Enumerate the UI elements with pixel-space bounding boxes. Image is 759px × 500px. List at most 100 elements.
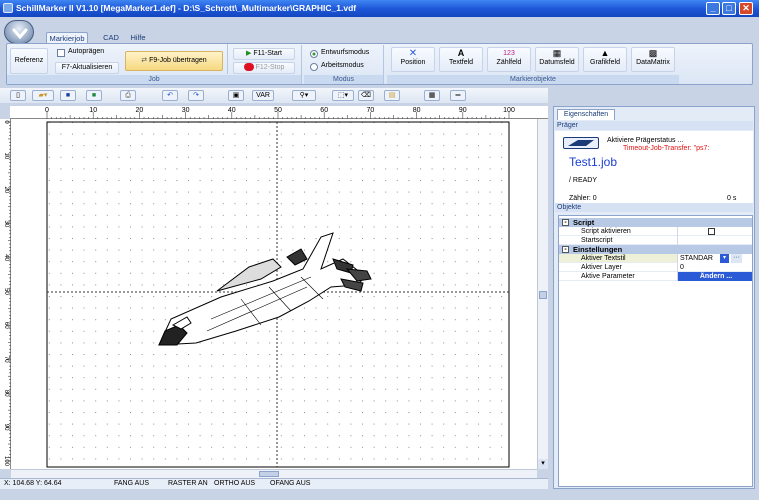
ruler-label: 30 bbox=[3, 220, 9, 227]
minimize-button[interactable]: _ bbox=[706, 2, 720, 15]
script-aktivieren-value bbox=[677, 227, 752, 236]
app-menu-button[interactable] bbox=[4, 20, 34, 44]
canvas-svg bbox=[46, 121, 510, 468]
image-icon[interactable]: ▣ bbox=[228, 90, 244, 101]
textfeld-label: Textfeld bbox=[448, 59, 474, 66]
status-bar: X: 104.68 Y: 64.64 FANG AUS RASTER AN OR… bbox=[0, 478, 548, 489]
row-aktiver-layer: Aktiver Layer 0 bbox=[559, 263, 752, 272]
row-startscript[interactable]: Startscript bbox=[559, 236, 752, 245]
close-button[interactable]: ✕ bbox=[739, 2, 753, 15]
textfeld-button[interactable]: A Textfeld bbox=[439, 47, 483, 72]
collapse-icon[interactable]: - bbox=[562, 246, 569, 253]
startscript-value[interactable] bbox=[677, 236, 752, 245]
f9-job-uebertragen-button[interactable]: ⇄ F9-Job übertragen bbox=[125, 51, 223, 71]
open-folder-icon[interactable]: ▰▾ bbox=[32, 90, 54, 101]
window-title: SchillMarker II V1.10 [MegaMarker1.def] … bbox=[16, 3, 357, 13]
more-icon[interactable]: ··· bbox=[731, 254, 742, 263]
ruler-label: 40 bbox=[3, 254, 9, 261]
ruler-label: 50 bbox=[3, 288, 9, 295]
category-script[interactable]: - Script bbox=[559, 218, 752, 227]
group-label-job: Job bbox=[7, 75, 301, 84]
parameter-aendern-button[interactable]: Ändern ... bbox=[677, 272, 752, 281]
print-icon[interactable]: ⎙ bbox=[120, 90, 136, 101]
save-as-icon[interactable]: ■ bbox=[86, 90, 102, 101]
select-tool-icon[interactable]: ⬚▾ bbox=[332, 90, 354, 101]
collapse-icon[interactable]: - bbox=[562, 219, 569, 226]
ruler-label: 70 bbox=[367, 107, 375, 114]
layer-value[interactable]: 0 bbox=[677, 263, 752, 272]
ruler-label: 20 bbox=[3, 186, 9, 193]
zaehlfeld-label: Zählfeld bbox=[496, 59, 522, 66]
ofang-status[interactable]: OFANG AUS bbox=[270, 479, 310, 489]
praeger-section: Aktiviere Prägerstatus ... Timeout-Job-T… bbox=[555, 131, 753, 203]
f12-label: F12-Stop bbox=[255, 64, 285, 71]
chevron-down-icon[interactable]: ▾ bbox=[720, 254, 729, 263]
properties-icon[interactable]: ▦ bbox=[424, 90, 440, 101]
counter-icon: 123 bbox=[503, 50, 515, 57]
tab-markierjob[interactable]: Markierjob bbox=[46, 32, 88, 43]
cad-toolbar: ▯ ▰▾ ■ ■ ⎙ ↶ ↷ ▣ VAR ⚲▾ ⬚▾ ⌫ ▤ ▦ ═ bbox=[0, 88, 548, 103]
tab-hilfe[interactable]: Hilfe bbox=[126, 32, 150, 43]
entwurfsmodus-radio[interactable] bbox=[310, 50, 318, 58]
group-label-modus: Modus bbox=[304, 75, 383, 84]
scroll-down-icon[interactable]: ▾ bbox=[538, 459, 548, 469]
horizontal-ruler-ticks: 0 10 20 30 40 50 60 70 80 90 100 bbox=[45, 107, 515, 119]
var-button[interactable]: VAR bbox=[252, 90, 274, 101]
ortho-status[interactable]: ORTHO AUS bbox=[214, 479, 255, 489]
app-icon bbox=[3, 3, 13, 13]
ruler-label: 80 bbox=[413, 107, 421, 114]
row-aktiver-textstil: Aktiver Textstil STANDAR ▾ ··· bbox=[559, 254, 752, 263]
undo-icon[interactable]: ↶ bbox=[162, 90, 178, 101]
eraser-icon[interactable]: ⌫ bbox=[358, 90, 374, 101]
drawing-canvas[interactable] bbox=[11, 119, 537, 469]
arbeitsmodus-radio[interactable] bbox=[310, 63, 318, 71]
horizontal-scrollbar[interactable] bbox=[11, 469, 537, 478]
tab-eigenschaften[interactable]: Eigenschaften bbox=[557, 109, 615, 120]
grafikfeld-button[interactable]: ▲ Grafikfeld bbox=[583, 47, 627, 72]
entwurfsmodus-label: Entwurfsmodus bbox=[321, 49, 370, 56]
row-script-aktivieren: Script aktivieren bbox=[559, 227, 752, 236]
property-grid: - Script Script aktivieren Startscript -E… bbox=[558, 215, 753, 487]
parameter-label: Aktive Parameter bbox=[581, 273, 635, 280]
script-aktivieren-checkbox[interactable] bbox=[708, 228, 715, 235]
praeger-status-error: Timeout-Job-Transfer: "ps7: bbox=[623, 145, 710, 152]
f12-stop-button[interactable]: F12-Stop bbox=[233, 62, 295, 74]
arbeitsmodus-label: Arbeitsmodus bbox=[321, 62, 364, 69]
ruler-label: 80 bbox=[3, 390, 9, 397]
new-file-icon[interactable]: ▯ bbox=[10, 90, 26, 101]
cross-icon: ✕ bbox=[408, 48, 418, 59]
group-job: Referenz Autoprägen F7-Aktualisieren ⇄ F… bbox=[7, 44, 302, 84]
script-aktivieren-label: Script aktivieren bbox=[581, 228, 631, 235]
ruler-icon[interactable]: ═ bbox=[450, 90, 466, 101]
textstil-label: Aktiver Textstil bbox=[581, 255, 626, 262]
layer-icon[interactable]: ▤ bbox=[384, 90, 400, 101]
textstil-dropdown[interactable]: STANDAR ▾ ··· bbox=[677, 254, 752, 263]
maximize-button[interactable]: □ bbox=[722, 2, 736, 15]
referenz-button[interactable]: Referenz bbox=[10, 48, 48, 74]
f11-start-button[interactable]: ▶ F11-Start bbox=[233, 48, 295, 60]
category-einstellungen[interactable]: - Einstellungen bbox=[559, 245, 752, 254]
ruler-label: 70 bbox=[3, 356, 9, 363]
ruler-label: 0 bbox=[45, 107, 49, 114]
graphic-icon: ▲ bbox=[600, 48, 610, 58]
fang-status[interactable]: FANG AUS bbox=[114, 479, 149, 489]
save-icon[interactable]: ■ bbox=[60, 90, 76, 101]
autopraegen-checkbox[interactable] bbox=[57, 49, 65, 57]
raster-status[interactable]: RASTER AN bbox=[168, 479, 208, 489]
datamatrix-button[interactable]: ▩ DataMatrix bbox=[631, 47, 675, 72]
datumsfeld-button[interactable]: ▦ Datumsfeld bbox=[535, 47, 579, 72]
f7-aktualisieren-button[interactable]: F7-Aktualisieren bbox=[55, 62, 119, 74]
datamatrix-icon: ▩ bbox=[648, 48, 658, 58]
scroll-thumb-h[interactable] bbox=[259, 471, 279, 477]
vertical-scrollbar[interactable]: ▾ bbox=[537, 119, 548, 469]
ruler-label: 90 bbox=[459, 107, 467, 114]
scroll-thumb[interactable] bbox=[539, 291, 547, 299]
textstil-value: STANDAR bbox=[680, 255, 713, 262]
ruler-label: 20 bbox=[136, 107, 144, 114]
position-button[interactable]: ✕ Position bbox=[391, 47, 435, 72]
tab-cad[interactable]: CAD bbox=[100, 32, 122, 43]
zaehlfeld-button[interactable]: 123 Zählfeld bbox=[487, 47, 531, 72]
redo-icon[interactable]: ↷ bbox=[188, 90, 204, 101]
zoom-icon[interactable]: ⚲▾ bbox=[292, 90, 316, 101]
job-name: Test1.job bbox=[569, 155, 618, 169]
